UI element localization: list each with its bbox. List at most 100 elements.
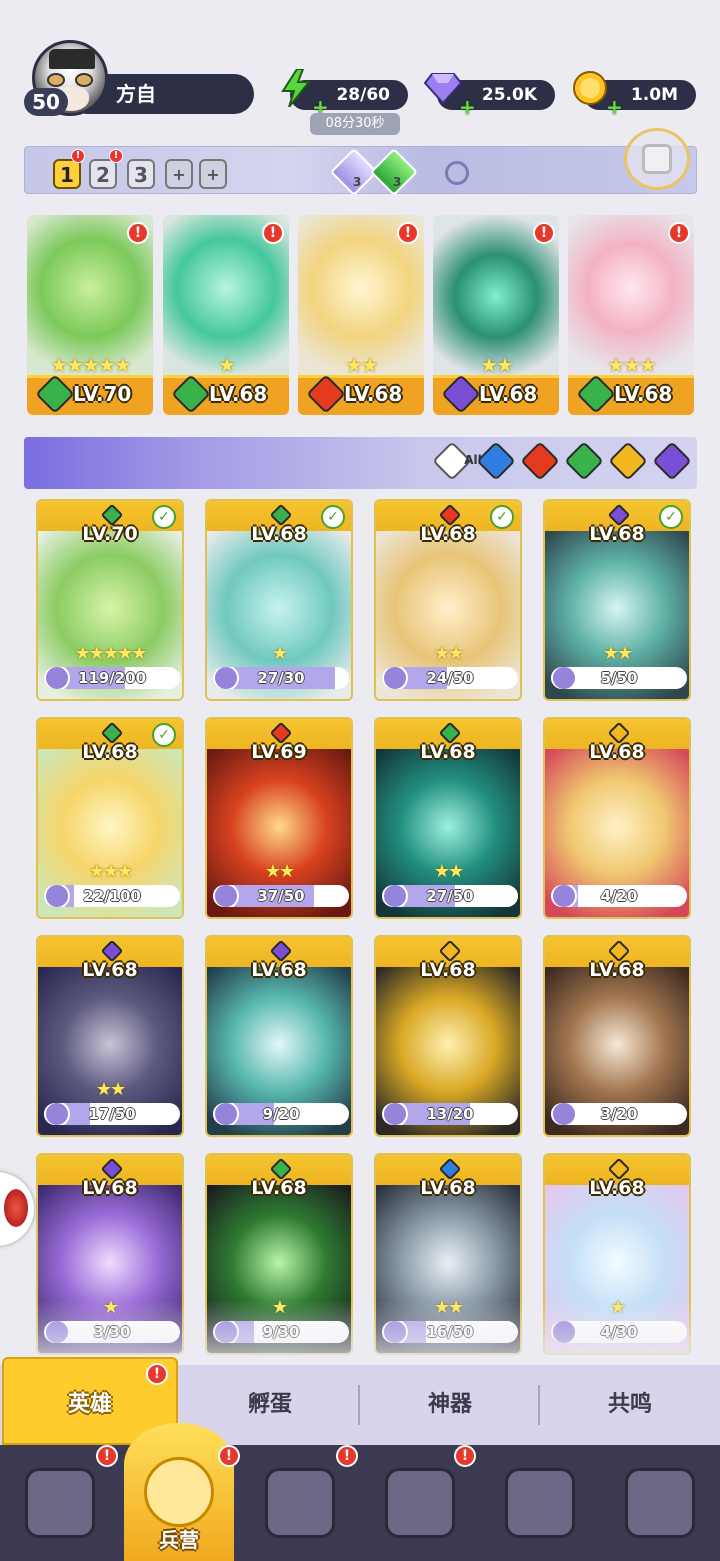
shard-icon <box>551 1103 577 1125</box>
hero-stars: ★★ <box>602 643 633 664</box>
hero-stars: ★ <box>271 643 288 664</box>
shard-progress-bar: 27/50 <box>382 885 518 907</box>
fire-element-icon <box>306 374 346 414</box>
energy-value: 28/60 <box>336 85 390 105</box>
shard-progress-bar: 17/50 <box>44 1103 180 1125</box>
hero-level: LV.68 <box>589 741 645 763</box>
share-icon <box>642 144 672 174</box>
barracks-icon <box>144 1457 214 1527</box>
hero-stars: ★★★★★ <box>74 643 148 664</box>
nature-element-icon <box>35 374 75 414</box>
filter-fire-icon[interactable] <box>520 441 560 481</box>
add-team-button-2[interactable]: + <box>199 159 227 189</box>
nav-guild[interactable] <box>600 1445 720 1561</box>
team-card-stars: ★ <box>218 353 236 377</box>
team-card[interactable]: ★★★ LV.68 <box>568 215 694 415</box>
energy-timer: 08分30秒 <box>310 113 400 135</box>
hero-card[interactable]: LV.68 9/20 <box>205 935 353 1137</box>
shard-progress-bar: 22/100 <box>44 885 180 907</box>
nav-castle-alert-icon: ! <box>454 1445 476 1467</box>
hero-level: LV.68 <box>82 1177 138 1199</box>
nav-book-alert-icon: ! <box>336 1445 358 1467</box>
tab-resonance[interactable]: 共鸣 <box>540 1365 720 1445</box>
add-team-button[interactable]: + <box>165 159 193 189</box>
nav-barracks-alert-icon: ! <box>218 1445 240 1467</box>
gem-counter[interactable]: + 25.0K <box>424 73 555 119</box>
team-card-level: LV.68 <box>614 382 673 406</box>
hero-card[interactable]: LV.68 13/20 <box>374 935 522 1137</box>
team-card-stars: ★★ <box>345 353 379 377</box>
castle-icon <box>385 1468 455 1538</box>
nav-barracks[interactable]: 兵营 <box>124 1423 234 1561</box>
gold-counter[interactable]: + 1.0M <box>573 71 696 119</box>
add-gold-icon[interactable]: + <box>606 92 623 122</box>
filter-dark-icon[interactable] <box>652 441 692 481</box>
team-card-level: LV.68 <box>344 382 403 406</box>
hero-level: LV.68 <box>251 1177 307 1199</box>
team-card[interactable]: ★★ LV.68 <box>298 215 424 415</box>
hero-card[interactable]: LV.68 ✓ ★★★ 22/100 <box>36 717 184 919</box>
hero-card[interactable]: LV.70 ✓ ★★★★★ 119/200 <box>36 499 184 701</box>
team-card[interactable]: ★★ LV.68 <box>433 215 559 415</box>
add-gems-icon[interactable]: + <box>459 92 476 122</box>
in-team-check-icon: ✓ <box>321 505 345 529</box>
hero-card[interactable]: LV.68 ★★ 27/50 <box>374 717 522 919</box>
in-team-check-icon: ✓ <box>152 505 176 529</box>
shard-icon <box>44 885 70 907</box>
hero-card[interactable]: LV.68 ✓ ★★ 24/50 <box>374 499 522 701</box>
team-card[interactable]: ★ LV.68 <box>163 215 289 415</box>
hero-card[interactable]: LV.68 3/20 <box>543 935 691 1137</box>
gold-value: 1.0M <box>630 85 678 105</box>
hero-stars: ★★★ <box>88 861 133 882</box>
shard-icon <box>44 667 70 689</box>
hero-level: LV.68 <box>589 959 645 981</box>
hero-level: LV.68 <box>589 1177 645 1199</box>
filter-light-icon[interactable] <box>608 441 648 481</box>
team-card-level: LV.70 <box>73 382 132 406</box>
in-team-check-icon: ✓ <box>659 505 683 529</box>
hero-level: LV.68 <box>82 959 138 981</box>
guild-banner-icon <box>625 1468 695 1538</box>
team-card-level: LV.68 <box>479 382 538 406</box>
nav-mushroom[interactable] <box>480 1445 600 1561</box>
hero-level: LV.68 <box>251 959 307 981</box>
hero-card[interactable]: LV.68 4/20 <box>543 717 691 919</box>
shard-icon <box>213 885 239 907</box>
shard-icon <box>551 667 577 689</box>
game-screen: { "player": {"level": "50", "name": "方自"… <box>0 0 720 1561</box>
shard-progress-bar: 3/20 <box>551 1103 687 1125</box>
team-card-stars: ★★ <box>480 353 514 377</box>
nature-element-icon <box>576 374 616 414</box>
shard-progress-bar: 27/30 <box>213 667 349 689</box>
team-slot-3[interactable]: 3 <box>127 159 155 189</box>
tab-artifacts[interactable]: 神器 <box>360 1365 540 1445</box>
hero-card[interactable]: LV.69 ★★ 37/50 <box>205 717 353 919</box>
team-slot-1[interactable]: 1 <box>53 159 81 189</box>
shard-progress-bar: 13/20 <box>382 1103 518 1125</box>
shard-progress-bar: 9/20 <box>213 1103 349 1125</box>
team-card-alert-icon: ! <box>397 222 419 244</box>
share-button[interactable] <box>624 128 690 190</box>
player-level: 50 <box>24 88 68 116</box>
shard-icon <box>213 667 239 689</box>
cards-icon <box>25 1468 95 1538</box>
filter-water-icon[interactable] <box>476 441 516 481</box>
book-icon <box>265 1468 335 1538</box>
team-card[interactable]: ★★★★★ LV.70 <box>27 215 153 415</box>
shard-icon <box>213 1103 239 1125</box>
floating-assistant-avatar[interactable] <box>0 1172 34 1246</box>
team-slot-2[interactable]: 2 <box>89 159 117 189</box>
in-team-check-icon: ✓ <box>152 723 176 747</box>
nature-element-icon <box>171 374 211 414</box>
energy-counter[interactable]: + 28/60 <box>281 69 408 119</box>
lightning-icon <box>276 68 316 108</box>
team-selector-bar: 1 ! 2 ! 3 + + 3 3 <box>24 146 697 197</box>
search-icon[interactable] <box>445 161 469 185</box>
green-gem-item-count: 3 <box>393 175 402 189</box>
hero-card[interactable]: LV.68 ✓ ★★ 5/50 <box>543 499 691 701</box>
hero-card[interactable]: LV.68 ✓ ★ 27/30 <box>205 499 353 701</box>
filter-nature-icon[interactable] <box>564 441 604 481</box>
bottom-navigation: 兵营 ! ! ! ! <box>0 1423 720 1561</box>
hero-card[interactable]: LV.68 ★★ 17/50 <box>36 935 184 1137</box>
tab-heroes-alert-icon: ! <box>146 1363 168 1385</box>
